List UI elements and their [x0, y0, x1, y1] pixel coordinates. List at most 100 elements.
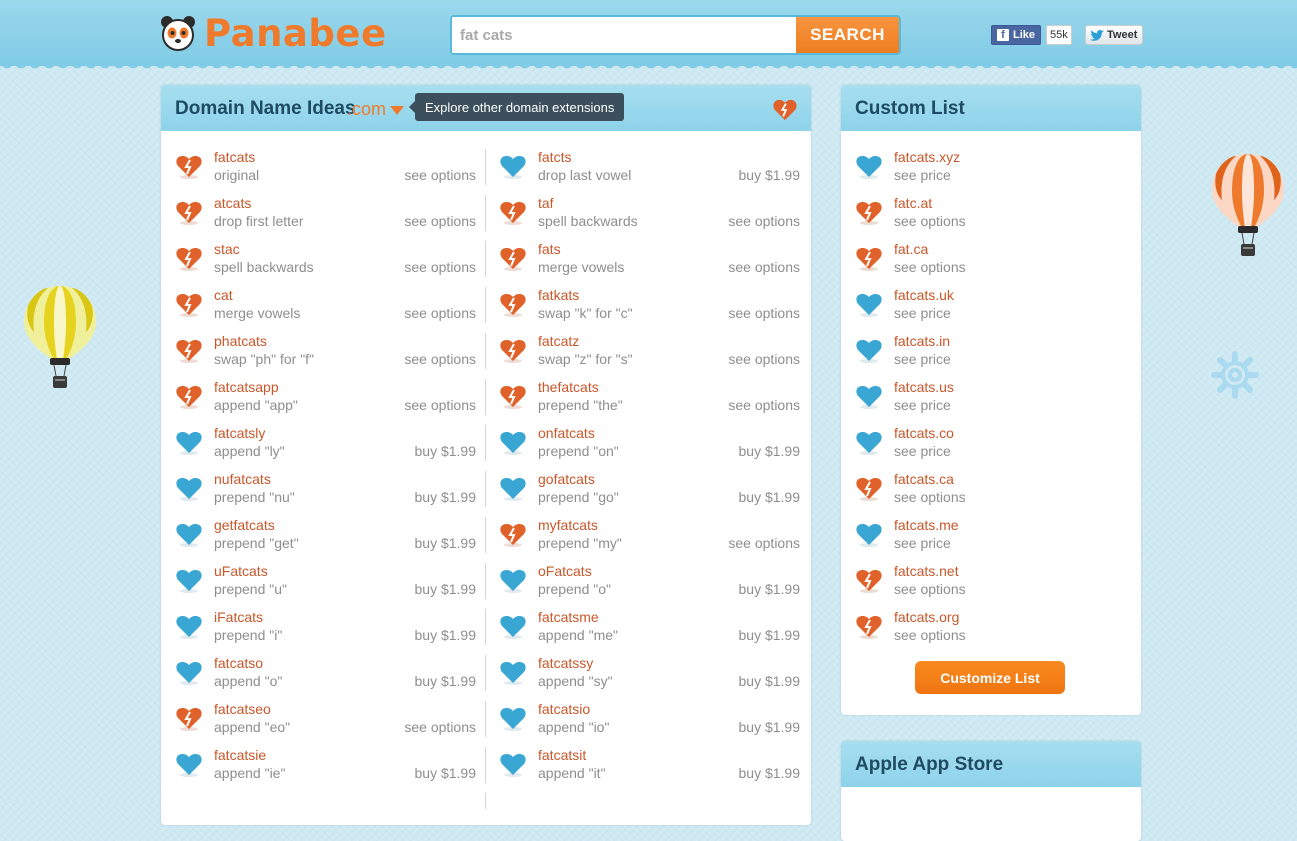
domain-name-link[interactable]: fat.ca: [894, 241, 928, 257]
domain-row[interactable]: phatcats swap "ph" for "f" see options: [176, 333, 476, 379]
domain-description[interactable]: see price: [894, 305, 951, 321]
domain-name-link[interactable]: uFatcats: [214, 563, 268, 579]
domain-row[interactable]: fatcats.in see price: [856, 333, 1126, 379]
broken-heart-icon[interactable]: [176, 707, 202, 733]
see-options-link[interactable]: see options: [404, 351, 476, 367]
buy-link[interactable]: buy $1.99: [739, 627, 801, 643]
see-options-link[interactable]: see options: [728, 397, 800, 413]
domain-row[interactable]: fatcatseo append "eo" see options: [176, 701, 476, 747]
extension-selector[interactable]: .com: [347, 99, 386, 120]
domain-row[interactable]: fatcatsio append "io" buy $1.99: [500, 701, 800, 747]
heart-available-icon[interactable]: [500, 661, 526, 687]
domain-name-link[interactable]: fatcts: [538, 149, 571, 165]
see-options-link[interactable]: see options: [728, 351, 800, 367]
domain-row[interactable]: fatcats.co see price: [856, 425, 1126, 471]
heart-available-icon[interactable]: [500, 569, 526, 595]
heart-available-icon[interactable]: [176, 477, 202, 503]
domain-row[interactable]: fatcats.net see options: [856, 563, 1126, 609]
domain-name-link[interactable]: fatcats.org: [894, 609, 959, 625]
domain-description[interactable]: see price: [894, 167, 951, 183]
domain-row[interactable]: fatcats.me see price: [856, 517, 1126, 563]
tweet-button[interactable]: Tweet: [1085, 25, 1144, 45]
domain-name-link[interactable]: fatcatso: [214, 655, 263, 671]
domain-name-link[interactable]: stac: [214, 241, 240, 257]
broken-heart-icon[interactable]: [176, 339, 202, 365]
see-options-link[interactable]: see options: [728, 259, 800, 275]
domain-name-link[interactable]: fats: [538, 241, 561, 257]
domain-name-link[interactable]: fatcats.co: [894, 425, 954, 441]
heart-available-icon[interactable]: [500, 477, 526, 503]
domain-description[interactable]: see options: [894, 259, 966, 275]
domain-name-link[interactable]: gofatcats: [538, 471, 595, 487]
broken-heart-icon[interactable]: [856, 477, 882, 503]
domain-row[interactable]: fatcatsme append "me" buy $1.99: [500, 609, 800, 655]
domain-name-link[interactable]: fatcatseo: [214, 701, 271, 717]
heart-available-icon[interactable]: [176, 523, 202, 549]
buy-link[interactable]: buy $1.99: [739, 167, 801, 183]
heart-available-icon[interactable]: [856, 385, 882, 411]
domain-row[interactable]: myfatcats prepend "my" see options: [500, 517, 800, 563]
domain-row[interactable]: fatcatso append "o" buy $1.99: [176, 655, 476, 701]
domain-row[interactable]: uFatcats prepend "u" buy $1.99: [176, 563, 476, 609]
domain-name-link[interactable]: thefatcats: [538, 379, 599, 395]
broken-heart-icon[interactable]: [500, 247, 526, 273]
domain-description[interactable]: see price: [894, 535, 951, 551]
domain-name-link[interactable]: fatcats.xyz: [894, 149, 960, 165]
domain-row[interactable]: fatkats swap "k" for "c" see options: [500, 287, 800, 333]
domain-name-link[interactable]: phatcats: [214, 333, 267, 349]
domain-row[interactable]: fat.ca see options: [856, 241, 1126, 287]
heart-available-icon[interactable]: [856, 293, 882, 319]
heart-available-icon[interactable]: [856, 155, 882, 181]
broken-heart-icon[interactable]: [856, 201, 882, 227]
broken-heart-icon[interactable]: [500, 201, 526, 227]
heart-available-icon[interactable]: [856, 523, 882, 549]
see-options-link[interactable]: see options: [404, 167, 476, 183]
broken-heart-icon[interactable]: [856, 615, 882, 641]
domain-name-link[interactable]: fatcats.in: [894, 333, 950, 349]
buy-link[interactable]: buy $1.99: [739, 719, 801, 735]
domain-name-link[interactable]: fatcatz: [538, 333, 579, 349]
domain-name-link[interactable]: onfatcats: [538, 425, 595, 441]
domain-row[interactable]: fatcats.uk see price: [856, 287, 1126, 333]
domain-name-link[interactable]: fatcatsio: [538, 701, 590, 717]
see-options-link[interactable]: see options: [404, 259, 476, 275]
domain-name-link[interactable]: fatcats: [214, 149, 255, 165]
domain-row[interactable]: fatcatz swap "z" for "s" see options: [500, 333, 800, 379]
domain-name-link[interactable]: fatcatssy: [538, 655, 593, 671]
domain-name-link[interactable]: fatc.at: [894, 195, 932, 211]
domain-row[interactable]: onfatcats prepend "on" buy $1.99: [500, 425, 800, 471]
broken-heart-icon[interactable]: [500, 293, 526, 319]
domain-row[interactable]: fatcats original see options: [176, 149, 476, 195]
buy-link[interactable]: buy $1.99: [739, 489, 801, 505]
see-options-link[interactable]: see options: [728, 535, 800, 551]
broken-heart-icon[interactable]: [176, 247, 202, 273]
domain-name-link[interactable]: cat: [214, 287, 233, 303]
broken-heart-icon[interactable]: [856, 569, 882, 595]
logo[interactable]: Panabee: [160, 12, 387, 55]
see-options-link[interactable]: see options: [404, 305, 476, 321]
domain-name-link[interactable]: taf: [538, 195, 554, 211]
search-button[interactable]: SEARCH: [796, 17, 899, 53]
domain-name-link[interactable]: fatcats.net: [894, 563, 959, 579]
domain-row[interactable]: taf spell backwards see options: [500, 195, 800, 241]
heart-available-icon[interactable]: [500, 707, 526, 733]
domain-row[interactable]: fatcatsly append "ly" buy $1.99: [176, 425, 476, 471]
domain-row[interactable]: iFatcats prepend "i" buy $1.99: [176, 609, 476, 655]
heart-available-icon[interactable]: [176, 753, 202, 779]
broken-heart-icon[interactable]: [500, 339, 526, 365]
heart-available-icon[interactable]: [500, 615, 526, 641]
domain-row[interactable]: fatcatsit append "it" buy $1.99: [500, 747, 800, 793]
heart-available-icon[interactable]: [500, 753, 526, 779]
domain-row[interactable]: atcats drop first letter see options: [176, 195, 476, 241]
domain-name-link[interactable]: iFatcats: [214, 609, 263, 625]
domain-name-link[interactable]: atcats: [214, 195, 251, 211]
buy-link[interactable]: buy $1.99: [415, 627, 477, 643]
heart-available-icon[interactable]: [176, 431, 202, 457]
heart-available-icon[interactable]: [500, 431, 526, 457]
domain-row[interactable]: thefatcats prepend "the" see options: [500, 379, 800, 425]
see-options-link[interactable]: see options: [404, 397, 476, 413]
domain-name-link[interactable]: fatcatsit: [538, 747, 586, 763]
domain-row[interactable]: fatc.at see options: [856, 195, 1126, 241]
buy-link[interactable]: buy $1.99: [739, 765, 801, 781]
heart-available-icon[interactable]: [176, 661, 202, 687]
